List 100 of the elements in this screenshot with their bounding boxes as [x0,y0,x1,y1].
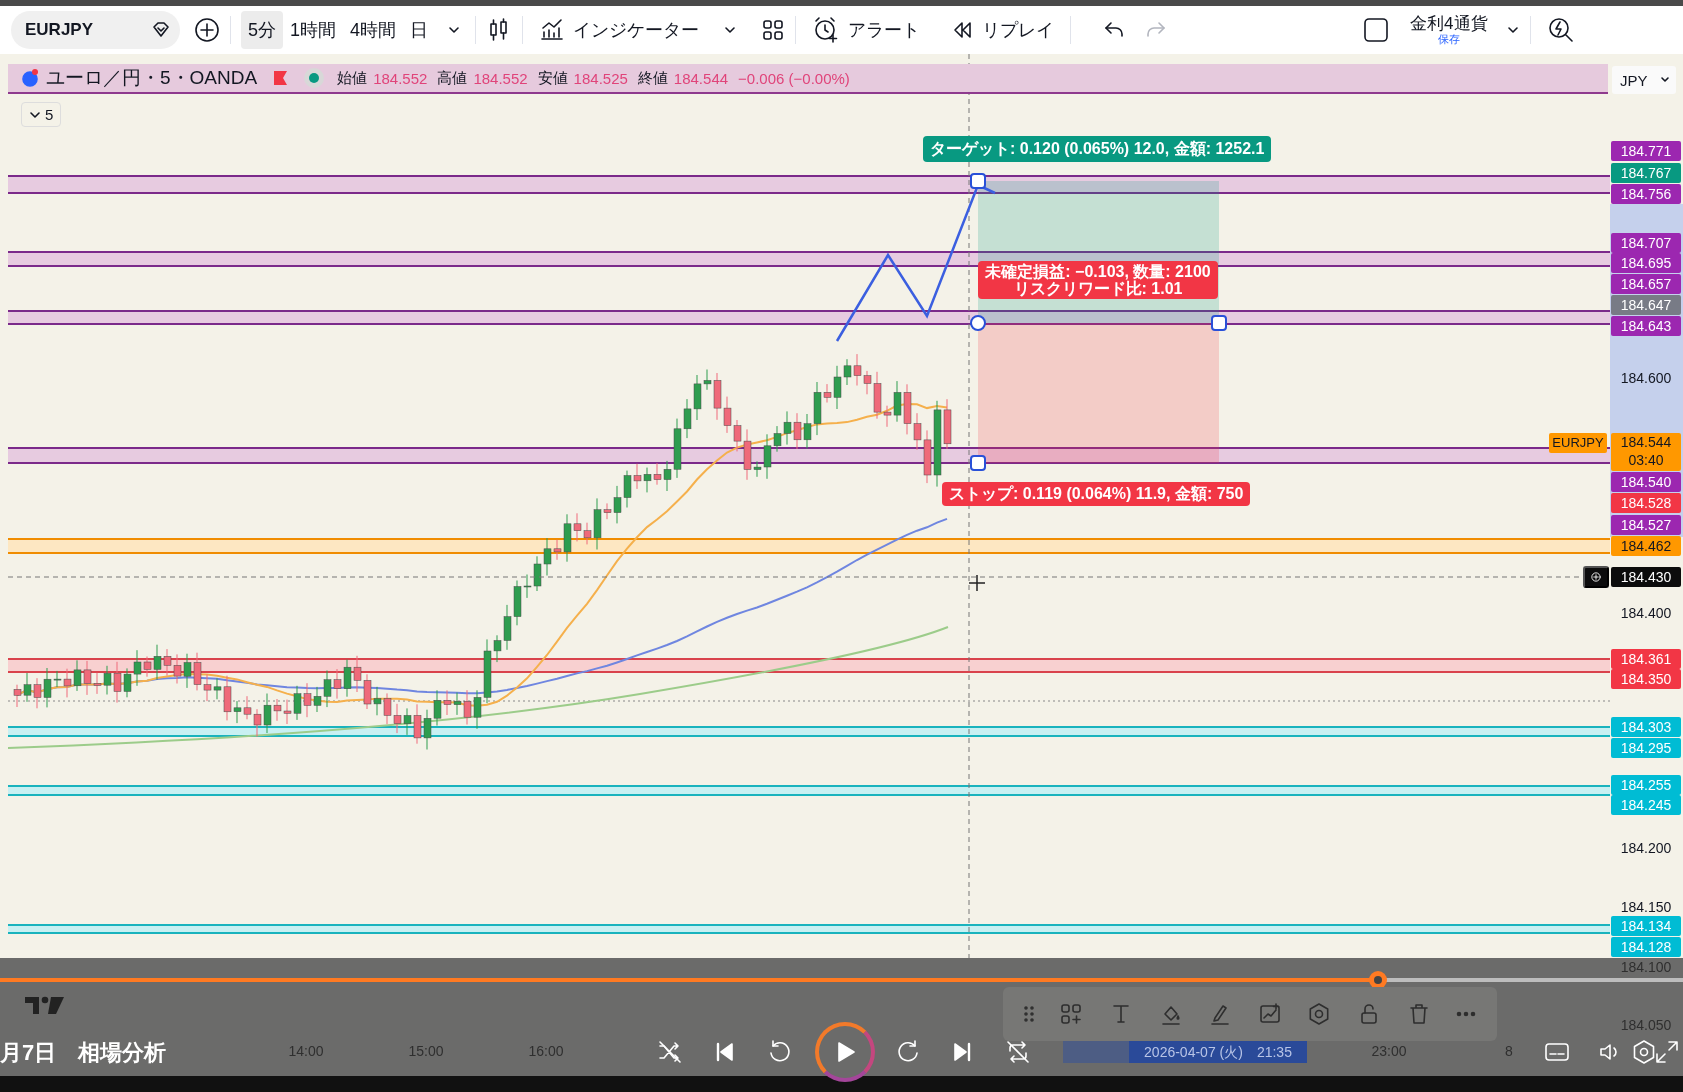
price-tag: 184.707 [1611,233,1681,253]
grid-plus-icon [1059,1002,1084,1026]
price-change: −0.006 (−0.00%) [738,69,850,87]
price-tag: 184.540 [1611,472,1681,492]
price-tag: 184.527 [1611,515,1681,535]
ohlc-label: 安値 [537,68,568,88]
chart-add-icon [1257,1002,1282,1026]
price-tag: 184.462 [1611,536,1681,556]
caret-icon [1660,75,1670,85]
price-tag: 184.528 [1611,493,1681,513]
settings-icon [1307,1002,1332,1026]
pnl-label: 未確定損益: −0.103, 数量: 2100 リスクリワード比: 1.01 [978,261,1218,299]
drag-handle[interactable] [970,455,986,471]
more-icon [1456,1011,1477,1017]
ohlc-label: 高値 [437,68,468,88]
price-tag: 184.128 [1611,937,1681,957]
grid-plus-button[interactable] [1059,1002,1084,1026]
replay-button[interactable]: リプレイ [944,18,1061,42]
interval-tab[interactable]: 5分 [241,11,283,49]
layout-menu[interactable]: 金利4通貨 保存 [1410,15,1488,45]
drag-handle[interactable] [970,315,986,331]
time-tick: 8 [1505,1043,1513,1059]
ohlc-value: 184.552 [373,69,428,87]
chart-add-button[interactable] [1257,1002,1282,1026]
chart-line-icon [539,17,566,43]
time-range-highlight [1063,1041,1129,1063]
status-dot-icon [303,67,326,89]
ohlc-value: 184.544 [673,69,729,87]
flag-icon [271,69,290,87]
alert-button[interactable]: アラート [806,16,927,44]
grid-icon [761,18,786,42]
ohlc-value: 184.552 [473,69,528,87]
price-tag: 184.643 [1611,316,1681,336]
stop-label: ストップ: 0.119 (0.064%) 11.9, 金額: 750 [942,482,1251,506]
price-tick: 184.400 [1619,604,1673,623]
price-tick: 184.600 [1619,369,1673,388]
price-tag: 184.350 [1611,669,1681,689]
video-title: 月7日 相場分析 [0,1039,167,1067]
fullscreen-icon [1654,1039,1680,1065]
drag-handle[interactable] [1211,315,1227,331]
target-label: ターゲット: 0.120 (0.065%) 12.0, 金額: 1252.1 [923,136,1272,162]
time-tick: 15:00 [408,1043,444,1059]
price-tag: 184.756 [1611,184,1681,204]
last-price-tag: 184.544 03:40 [1611,433,1681,471]
square-icon [1362,16,1391,44]
price-tag: 184.303 [1611,717,1681,737]
shuffle-button[interactable] [657,1039,683,1065]
collapse-indicators-button[interactable]: 5 [21,102,62,127]
price-tag: 184.657 [1611,274,1681,294]
currency-dropdown[interactable]: JPY [1612,66,1676,94]
globe-icon [20,68,40,88]
ohlc-value: 184.525 [573,69,628,87]
crosshair-time: 2026-04-07 (火) 21:35 [1129,1041,1307,1063]
price-tag: 184.245 [1611,795,1681,815]
price-tick: 184.050 [1619,1016,1673,1035]
add-alert-button[interactable] [1583,566,1609,588]
repeat-off-icon [1005,1039,1031,1065]
price-tag: 184.647 [1611,295,1681,315]
time-tick: 14:00 [288,1043,324,1059]
price-tag: 184.361 [1611,649,1681,669]
symbol-name: EURJPY [25,20,94,40]
ohlc-label: 終値 [637,68,668,88]
ohlc-label: 始値 [337,68,368,88]
quick-search-button[interactable] [1546,16,1575,44]
interval-tab[interactable]: 1時間 [283,11,344,49]
symbol-search[interactable]: EURJPY [11,11,180,49]
price-tag: 184.255 [1611,775,1681,795]
shuffle-icon [657,1039,683,1065]
more-button[interactable] [1456,1011,1477,1017]
settings-button[interactable] [1631,1039,1657,1065]
price-tag: 184.767 [1611,163,1681,183]
symbol-title: ユーロ／円・5・OANDA [46,66,258,90]
settings-icon [1631,1039,1657,1065]
interval-tab[interactable]: 日 [403,11,436,49]
layout-checkbox[interactable] [1362,16,1391,44]
price-tag: 184.771 [1611,141,1681,161]
symbol-tag: EURJPY [1549,433,1607,453]
time-tick: 23:00 [1371,1043,1407,1059]
crosshair-price: 184.430 [1611,567,1681,587]
drag-handle-button[interactable] [1023,1006,1034,1022]
price-tag: 184.134 [1611,916,1681,936]
price-tick: 184.150 [1619,898,1673,917]
plus-circle-icon [194,17,220,43]
crosshair-cursor-icon [968,574,986,592]
logo-icon [24,994,66,1016]
settings-button[interactable] [1307,1002,1332,1026]
drag-handle-icon [1023,1006,1034,1022]
price-tag: 184.695 [1611,253,1681,273]
price-tick: 184.100 [1619,958,1673,977]
layout-grid-button[interactable] [761,18,786,42]
interval-tab[interactable]: 4時間 [343,11,404,49]
drag-handle[interactable] [970,173,986,189]
search-icon [1546,16,1575,44]
time-tick: 16:00 [528,1043,564,1059]
fullscreen-button[interactable] [1654,1039,1680,1065]
add-symbol-button[interactable] [194,17,220,43]
repeat-button[interactable] [1005,1039,1031,1065]
indicators-button[interactable]: インジケーター [533,17,706,43]
price-tick: 184.200 [1619,839,1673,858]
price-tag: 184.295 [1611,738,1681,758]
